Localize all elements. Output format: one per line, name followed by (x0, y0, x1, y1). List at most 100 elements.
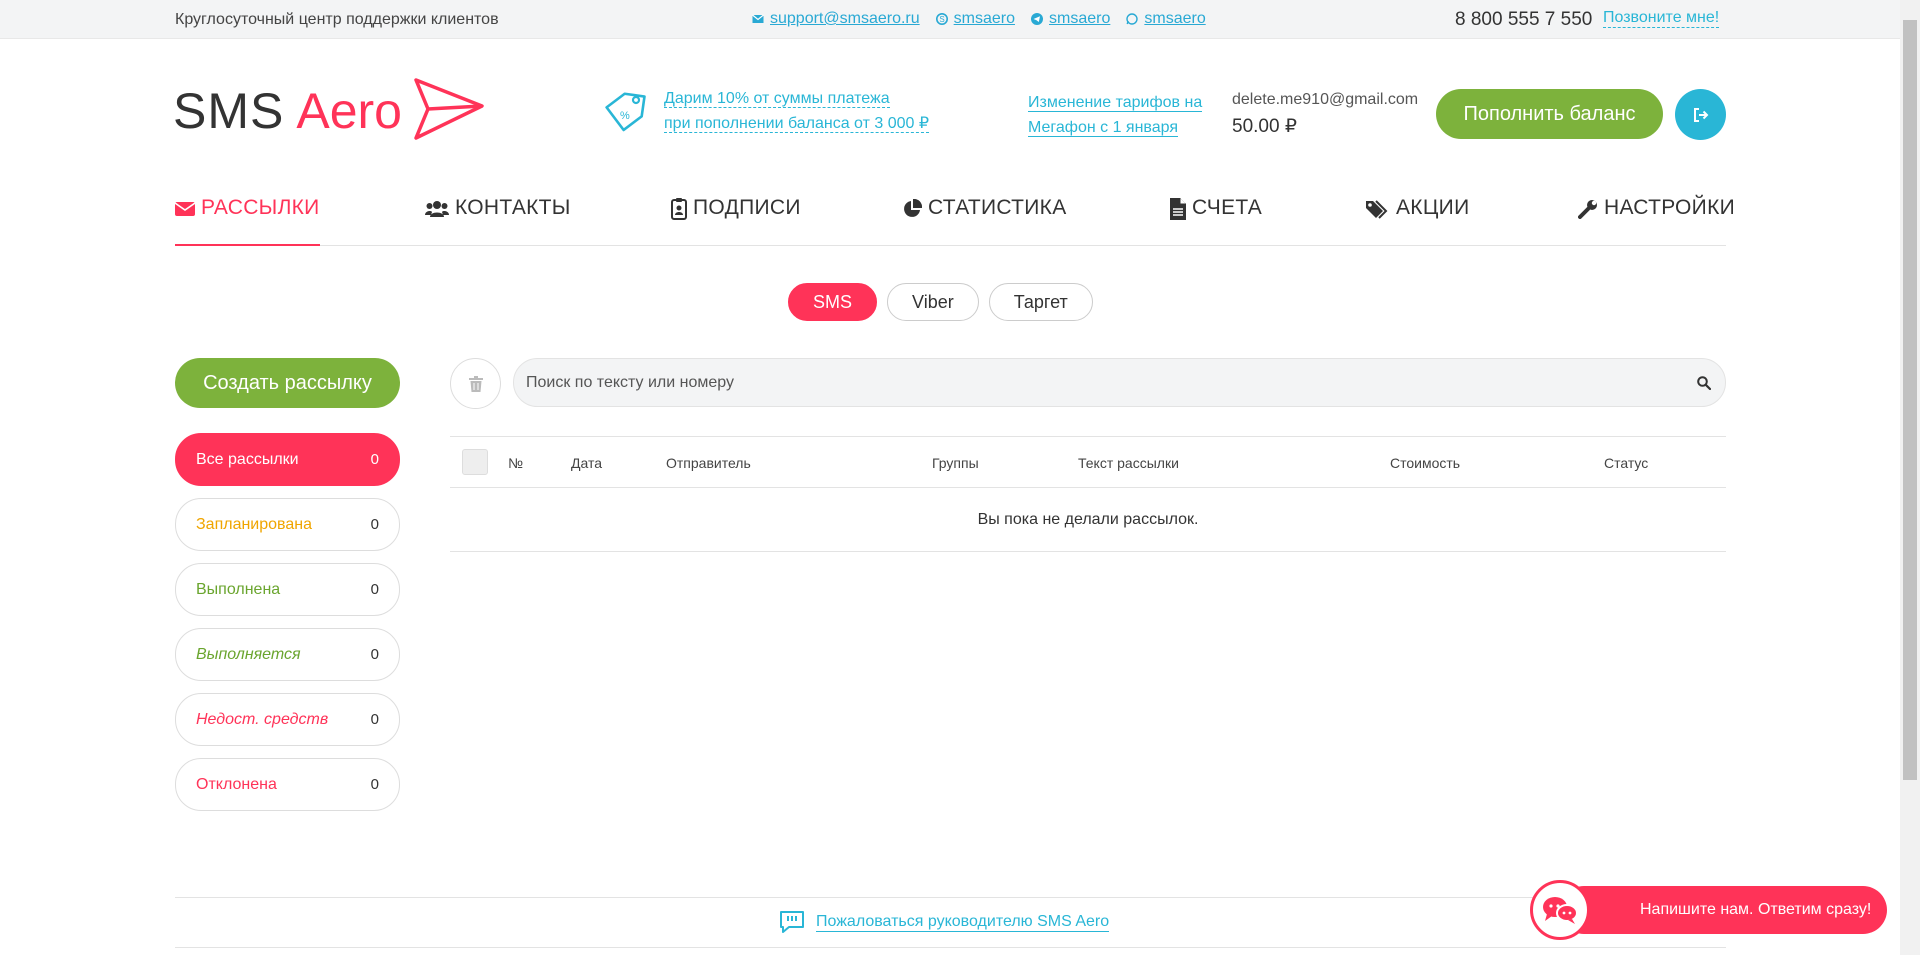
nav-item-settings[interactable]: НАСТРОЙКИ (1578, 196, 1735, 246)
tariff-line-1[interactable]: Изменение тарифов на (1028, 94, 1203, 112)
filter-completed[interactable]: Выполнена 0 (175, 563, 400, 616)
filter-count: 0 (370, 711, 379, 728)
nav-item-mailings[interactable]: РАССЫЛКИ (175, 196, 320, 246)
filter-count: 0 (370, 581, 379, 598)
footer-divider (175, 897, 1726, 898)
complaint-link[interactable]: Пожаловаться руководителю SMS Aero (780, 911, 1110, 933)
nav-item-promotions[interactable]: АКЦИИ (1366, 196, 1469, 246)
search-bar (513, 358, 1726, 407)
tariff-line-2[interactable]: Мегафон с 1 января (1028, 119, 1179, 137)
telegram-icon (1031, 13, 1043, 25)
email-link[interactable]: support@smsaero.ru (770, 10, 920, 28)
tariff-news-link[interactable]: Изменение тарифов на Мегафон с 1 января (1028, 90, 1203, 140)
contact-links: support@smsaero.ru S smsaero smsaero sms… (752, 10, 1206, 28)
col-status[interactable]: Статус (1604, 455, 1648, 471)
filter-insufficient-funds[interactable]: Недост. средств 0 (175, 693, 400, 746)
file-icon (1170, 198, 1186, 220)
account-email: delete.me910@gmail.com (1232, 91, 1419, 108)
main-nav: РАССЫЛКИ КОНТАКТЫ ПОДПИСИ СТАТИСТИКА СЧЕ… (175, 190, 1735, 246)
contact-telegram[interactable]: smsaero (1031, 10, 1110, 28)
footer-divider-bottom (175, 947, 1726, 948)
account-balance: 50.00 ₽ (1232, 116, 1297, 137)
filter-label: Отклонена (196, 775, 277, 793)
top-bar: Круглосуточный центр поддержки клиентов … (0, 0, 1900, 39)
topup-balance-button[interactable]: Пополнить баланс (1436, 89, 1663, 139)
nav-item-signatures[interactable]: ПОДПИСИ (671, 196, 801, 246)
filter-rejected[interactable]: Отклонена 0 (175, 758, 400, 811)
promo-line-2[interactable]: при пополнении баланса от 3 000 ₽ (664, 115, 930, 133)
status-filters: Все рассылки 0 Запланирована 0 Выполнена… (175, 433, 400, 823)
callme-link[interactable]: Позвоните мне! (1603, 9, 1720, 28)
logout-button[interactable] (1675, 89, 1726, 140)
mailings-table: № Дата Отправитель Группы Текст рассылки… (450, 436, 1726, 552)
chat-widget[interactable]: Напишите нам. Ответим сразу! (1530, 880, 1887, 940)
search-input[interactable] (526, 373, 1697, 392)
account-info: delete.me910@gmail.com 50.00 ₽ (1232, 91, 1418, 138)
envelope-icon (175, 202, 195, 216)
envelope-icon (752, 14, 764, 23)
chat-bubbles-icon[interactable] (1530, 880, 1590, 940)
filter-count: 0 (370, 646, 379, 663)
trash-icon (468, 375, 483, 392)
whatsapp-link[interactable]: smsaero (1144, 10, 1205, 28)
whatsapp-icon (1126, 13, 1139, 25)
col-cost[interactable]: Стоимость (1390, 455, 1460, 471)
col-text[interactable]: Текст рассылки (1078, 455, 1179, 471)
channel-tabs: SMS Viber Таргет (788, 283, 1093, 321)
filter-label: Недост. средств (196, 710, 329, 728)
tags-icon (1366, 200, 1388, 219)
empty-state: Вы пока не делали рассылок. (450, 488, 1726, 552)
contact-whatsapp[interactable]: smsaero (1126, 10, 1206, 28)
delete-button[interactable] (450, 358, 501, 409)
nav-label-promotions: АКЦИИ (1396, 196, 1470, 219)
nav-item-invoices[interactable]: СЧЕТА (1170, 196, 1262, 246)
chat-alert-icon (780, 911, 804, 933)
search-icon[interactable] (1697, 375, 1711, 390)
create-mailing-button[interactable]: Создать рассылку (175, 358, 400, 408)
select-all-checkbox[interactable] (462, 449, 488, 475)
paper-plane-icon (414, 78, 484, 140)
filter-label: Все рассылки (196, 450, 299, 468)
contact-email[interactable]: support@smsaero.ru (752, 10, 920, 28)
filter-count: 0 (370, 451, 379, 468)
nav-label-signatures: ПОДПИСИ (693, 196, 801, 219)
discount-tag-icon: % (605, 92, 646, 132)
nav-label-statistics: СТАТИСТИКА (928, 196, 1067, 219)
nav-label-invoices: СЧЕТА (1192, 196, 1263, 219)
tab-sms[interactable]: SMS (788, 283, 878, 321)
promo-banner[interactable]: % Дарим 10% от суммы платежа при пополне… (598, 86, 930, 140)
logo-text-aero: Aero (296, 83, 402, 139)
tab-viber[interactable]: Viber (887, 283, 979, 321)
nav-item-contacts[interactable]: КОНТАКТЫ (425, 196, 571, 246)
promo-text[interactable]: Дарим 10% от суммы платежа при пополнени… (664, 86, 930, 140)
skype-icon: S (935, 13, 948, 25)
logo[interactable]: SMS Aero (173, 78, 486, 142)
nav-item-statistics[interactable]: СТАТИСТИКА (902, 196, 1067, 246)
filter-in-progress[interactable]: Выполняется 0 (175, 628, 400, 681)
chat-widget-label[interactable]: Напишите нам. Ответим сразу! (1560, 886, 1887, 934)
chat-bubbles-svg (1543, 897, 1578, 924)
scrollbar-thumb[interactable] (1903, 20, 1917, 780)
svg-text:S: S (939, 15, 944, 24)
filter-count: 0 (370, 776, 379, 793)
telegram-link[interactable]: smsaero (1049, 10, 1110, 28)
filter-scheduled[interactable]: Запланирована 0 (175, 498, 400, 551)
col-number[interactable]: № (508, 455, 523, 471)
contact-skype[interactable]: S smsaero (935, 10, 1015, 28)
col-groups[interactable]: Группы (932, 455, 979, 471)
pie-chart-icon (904, 199, 922, 217)
sign-out-icon (1693, 107, 1708, 122)
nav-label-contacts: КОНТАКТЫ (455, 196, 571, 219)
users-icon (425, 201, 449, 217)
complaint-text[interactable]: Пожаловаться руководителю SMS Aero (816, 913, 1110, 932)
filter-all[interactable]: Все рассылки 0 (175, 433, 400, 486)
col-sender[interactable]: Отправитель (666, 455, 751, 471)
promo-line-1[interactable]: Дарим 10% от суммы платежа (664, 90, 890, 108)
tab-target[interactable]: Таргет (988, 283, 1093, 321)
filter-label: Запланирована (196, 515, 312, 533)
logo-text-sms: SMS (173, 83, 285, 139)
svg-text:%: % (620, 110, 630, 122)
skype-link[interactable]: smsaero (954, 10, 1015, 28)
col-date[interactable]: Дата (571, 455, 602, 471)
filter-count: 0 (370, 516, 379, 533)
